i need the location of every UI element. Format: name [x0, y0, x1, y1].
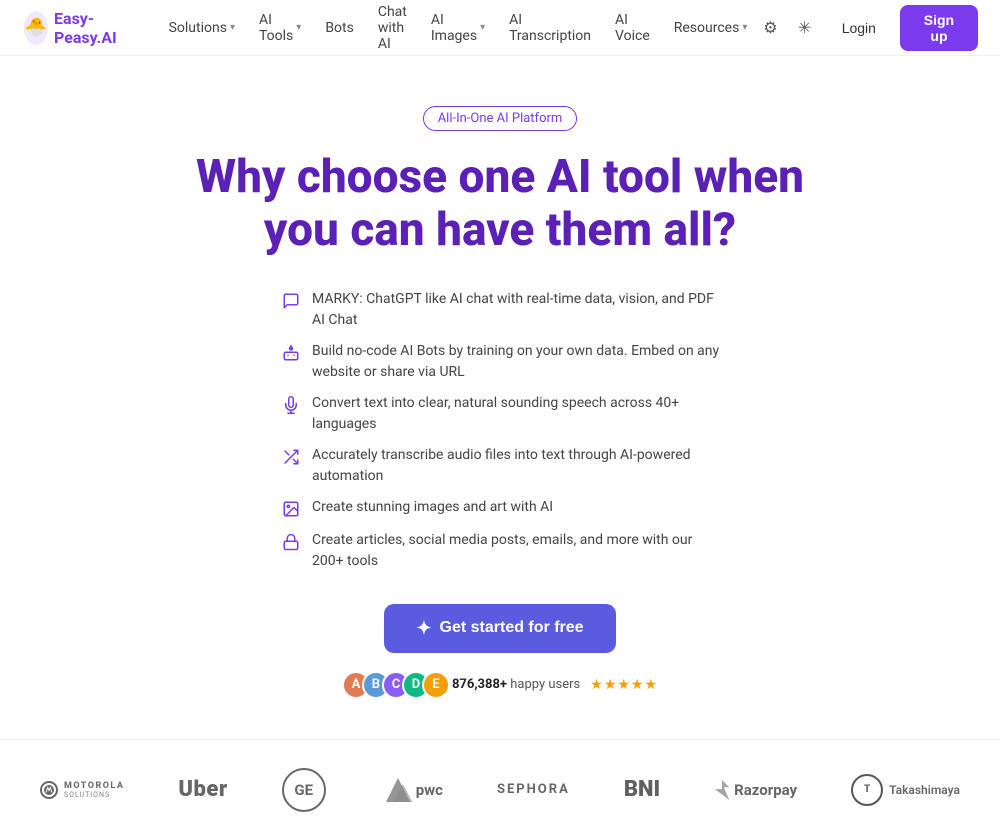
list-item: Accurately transcribe audio files into t… [280, 445, 720, 487]
chevron-down-icon: ▾ [296, 22, 301, 33]
bot-icon [280, 342, 302, 364]
brand-pwc: pwc [380, 772, 443, 808]
brand-uber: Uber [178, 777, 227, 802]
list-item: Create stunning images and art with AI [280, 497, 720, 520]
brands-section: MOTOROLA SOLUTIONS Uber GE pwc SEPHORA B… [0, 739, 1000, 840]
nav-links: Solutions ▾ AI Tools ▾ Bots Chat with AI… [159, 0, 758, 58]
nav-item-transcription[interactable]: AI Transcription [499, 6, 601, 50]
navbar: 🐣 Easy-Peasy.AI Solutions ▾ AI Tools ▾ B… [0, 0, 1000, 56]
chevron-down-icon: ▾ [230, 22, 235, 33]
brand-razorpay: Razorpay [714, 780, 797, 800]
pwc-icon [380, 772, 416, 808]
motorola-icon [40, 781, 58, 799]
motorola-text: MOTOROLA [64, 781, 124, 791]
hero-title: Why choose one AI tool when you can have… [160, 151, 840, 257]
brand-bni: BNI [624, 777, 660, 802]
nav-item-resources[interactable]: Resources ▾ [664, 14, 758, 42]
logo-text: Easy-Peasy.AI [54, 9, 127, 47]
takashimaya-text: Takashimaya [889, 783, 960, 797]
avatar: E [422, 671, 450, 699]
hero-section: All-In-One AI Platform Why choose one AI… [0, 56, 1000, 739]
list-item: Convert text into clear, natural soundin… [280, 393, 720, 435]
takashimaya-icon: T [851, 774, 883, 806]
brand-sephora: SEPHORA [497, 782, 570, 797]
list-item: Build no-code AI Bots by training on you… [280, 341, 720, 383]
nav-right: ⚙ ✳ Login Sign up [757, 5, 978, 51]
pwc-text: pwc [416, 781, 443, 799]
nav-item-chat[interactable]: Chat with AI [368, 0, 417, 58]
get-started-button[interactable]: ✦ Get started for free [384, 604, 615, 653]
sparkle-icon: ✦ [416, 618, 431, 639]
avatars: A B C D E [342, 671, 442, 699]
list-item: Create articles, social media posts, ema… [280, 530, 720, 572]
features-list: MARKY: ChatGPT like AI chat with real-ti… [280, 289, 720, 572]
settings-icon-button[interactable]: ⚙ [757, 12, 783, 44]
star-rating: ★★★★★ [590, 677, 658, 693]
social-proof: A B C D E 876,388+ happy users ★★★★★ [342, 671, 658, 699]
uber-text: Uber [178, 777, 227, 802]
proof-count: 876,388+ happy users [452, 677, 580, 692]
brand-takashimaya: T Takashimaya [851, 774, 960, 806]
ge-logo: GE [282, 768, 326, 812]
razorpay-icon [714, 780, 730, 800]
logo-icon: 🐣 [24, 11, 48, 45]
brand-ge: GE [282, 768, 326, 812]
image-icon [280, 498, 302, 520]
chevron-down-icon: ▾ [742, 22, 747, 33]
transcription-icon [280, 446, 302, 468]
chat-icon [280, 290, 302, 312]
logo-link[interactable]: 🐣 Easy-Peasy.AI [24, 9, 127, 47]
platform-badge: All-In-One AI Platform [423, 106, 578, 131]
login-button[interactable]: Login [826, 13, 892, 43]
theme-toggle-button[interactable]: ✳ [792, 12, 818, 44]
nav-item-bots[interactable]: Bots [315, 14, 364, 42]
nav-item-images[interactable]: AI Images ▾ [421, 6, 495, 50]
mic-icon [280, 394, 302, 416]
nav-item-aitools[interactable]: AI Tools ▾ [249, 6, 311, 50]
sephora-text: SEPHORA [497, 782, 570, 797]
motorola-sub: SOLUTIONS [64, 791, 124, 799]
signup-button[interactable]: Sign up [900, 5, 978, 51]
tools-icon [280, 531, 302, 553]
brand-motorola: MOTOROLA SOLUTIONS [40, 781, 124, 799]
chevron-down-icon: ▾ [480, 22, 485, 33]
bni-text: BNI [624, 777, 660, 802]
razorpay-text: Razorpay [734, 781, 797, 799]
nav-item-solutions[interactable]: Solutions ▾ [159, 14, 245, 42]
nav-item-voice[interactable]: AI Voice [605, 6, 660, 50]
list-item: MARKY: ChatGPT like AI chat with real-ti… [280, 289, 720, 331]
